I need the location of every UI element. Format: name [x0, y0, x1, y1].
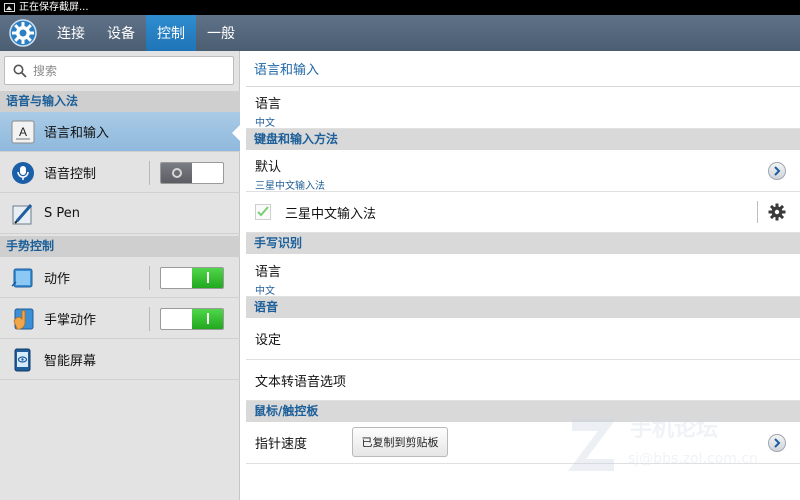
toggle-knob — [192, 308, 223, 329]
divider — [757, 201, 758, 223]
toggle-knob — [161, 162, 192, 183]
selection-indicator — [232, 124, 241, 142]
row-title: 指针速度 — [255, 437, 308, 452]
menu-item-voice-control[interactable]: 语音控制 — [0, 153, 240, 193]
row-title: 语言 — [255, 97, 282, 112]
detail-panel: 语言和输入 语言 中文 键盘和输入方法 默认 三星中文输入法 三星中文输入法 手… — [246, 51, 800, 500]
section-header-handwriting: 手写识别 — [246, 233, 800, 254]
menu-item-label: 语音控制 — [44, 167, 97, 182]
row-subtitle: 中文 — [255, 286, 275, 297]
tab-device[interactable]: 设备 — [96, 15, 146, 51]
copied-to-clipboard-toast: 已复制到剪贴板 — [352, 427, 448, 457]
default-ime-row[interactable]: 默认 三星中文输入法 — [246, 150, 800, 192]
settings-screen: 正在保存截屏... 连接 设备 控制 一般 搜索 语音与输入法 A 语言和输入 … — [0, 0, 800, 500]
menu-item-smart-screen[interactable]: 智能屏幕 — [0, 340, 240, 380]
palm-motion-toggle[interactable] — [160, 307, 224, 330]
handwriting-language-row[interactable]: 语言 中文 — [246, 254, 800, 297]
section-header-keyboard: 键盘和输入方法 — [246, 129, 800, 150]
section-header-gesture: 手势控制 — [0, 236, 240, 257]
samsung-ime-row[interactable]: 三星中文输入法 — [246, 192, 800, 233]
tab-bar: 连接 设备 控制 一般 — [0, 15, 800, 51]
chevron-right-icon[interactable] — [768, 162, 786, 180]
search-placeholder: 搜索 — [33, 64, 58, 78]
row-title: 三星中文输入法 — [285, 206, 377, 222]
menu-item-palm-motion[interactable]: 手掌动作 — [0, 299, 240, 339]
watermark-logo-icon — [568, 419, 616, 471]
row-title: 文本转语音选项 — [255, 374, 347, 390]
menu-item-s-pen[interactable]: S Pen — [0, 194, 240, 234]
tab-controls[interactable]: 控制 — [146, 15, 196, 51]
smart-screen-icon — [10, 347, 36, 373]
section-header-voice-input: 语音与输入法 — [0, 91, 240, 112]
toggle-knob — [192, 267, 223, 288]
row-title: 语言 — [255, 265, 282, 280]
menu-item-language-input[interactable]: A 语言和输入 — [0, 112, 241, 152]
svg-text:A: A — [19, 125, 27, 139]
motion-toggle[interactable] — [160, 266, 224, 289]
gear-icon[interactable] — [768, 203, 786, 221]
menu-item-label: 手掌动作 — [44, 313, 97, 328]
section-header-voice: 语音 — [246, 297, 800, 318]
menu-item-label: 动作 — [44, 272, 71, 287]
watermark: 手机论坛 sj@bbs.zol.com.cn — [564, 407, 784, 487]
row-title: 设定 — [255, 333, 282, 348]
keyboard-a-icon: A — [10, 119, 36, 145]
palm-icon — [10, 306, 36, 332]
settings-gear-icon — [0, 15, 46, 51]
tts-options-row[interactable]: 文本转语音选项 — [246, 360, 800, 401]
watermark-line2: sj@bbs.zol.com.cn — [628, 451, 758, 467]
microphone-icon — [10, 160, 36, 186]
row-title: 默认 — [255, 160, 282, 175]
divider — [149, 306, 150, 331]
search-icon — [13, 64, 27, 78]
menu-item-label: S Pen — [44, 206, 80, 221]
checkbox-checked-icon[interactable] — [255, 204, 271, 220]
tab-connections[interactable]: 连接 — [46, 15, 96, 51]
page-title: 语言和输入 — [246, 51, 800, 87]
language-row[interactable]: 语言 中文 — [246, 88, 800, 129]
status-bar: 正在保存截屏... — [0, 0, 800, 15]
search-field[interactable]: 搜索 — [4, 56, 234, 85]
menu-item-label: 语言和输入 — [44, 126, 110, 141]
row-subtitle: 中文 — [255, 118, 275, 129]
pen-icon — [10, 201, 36, 227]
voice-control-toggle[interactable] — [160, 161, 224, 184]
menu-item-motion[interactable]: 动作 — [0, 258, 240, 298]
voice-settings-row[interactable]: 设定 — [246, 318, 800, 360]
tab-general[interactable]: 一般 — [196, 15, 246, 51]
motion-icon — [10, 265, 36, 291]
image-icon — [4, 3, 15, 12]
status-text: 正在保存截屏... — [19, 2, 89, 13]
menu-item-label: 智能屏幕 — [44, 354, 97, 369]
watermark-line1: 手机论坛 — [630, 417, 719, 442]
left-menu: 搜索 语音与输入法 A 语言和输入 语音控制 S Pen 手势控制 动作 手掌动… — [0, 51, 241, 500]
row-subtitle: 三星中文输入法 — [255, 181, 325, 192]
divider — [149, 265, 150, 290]
divider — [149, 160, 150, 185]
